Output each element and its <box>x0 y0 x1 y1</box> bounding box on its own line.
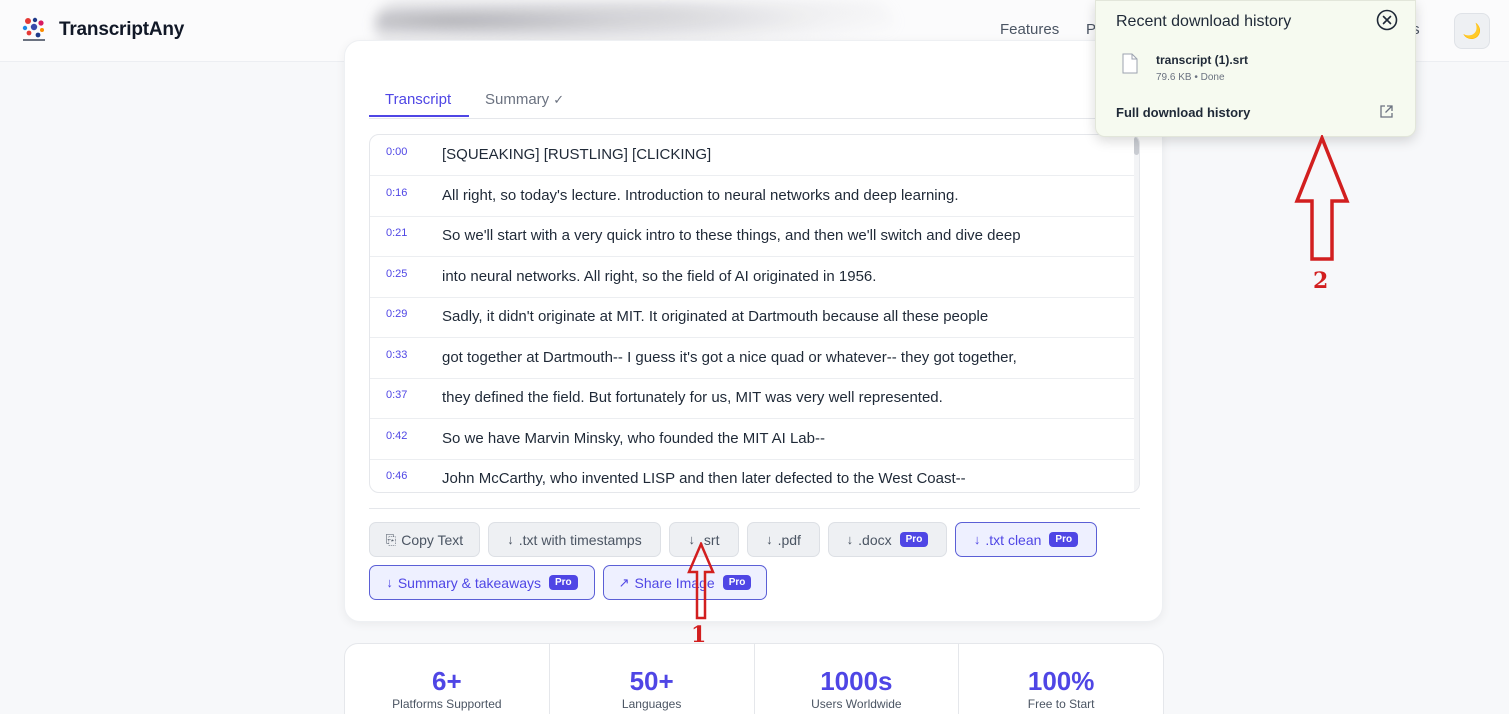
stat-label: Users Worldwide <box>811 697 902 711</box>
transcript-row[interactable]: 0:25 into neural networks. All right, so… <box>370 257 1136 298</box>
timestamp-link[interactable]: 0:21 <box>386 227 407 239</box>
download-arrow-icon: ↓ <box>386 575 393 590</box>
transcript-card: Transcript Summary ✓ 0:00 [SQUEAKING] [RU… <box>344 40 1163 622</box>
transcript-text: John McCarthy, who invented LISP and the… <box>442 470 966 487</box>
external-link-icon[interactable] <box>1379 104 1394 119</box>
transcript-row[interactable]: 0:29 Sadly, it didn't originate at MIT. … <box>370 297 1136 338</box>
stat-value: 50+ <box>629 666 674 696</box>
download-docx-label: .docx <box>858 531 892 548</box>
transcript-text: got together at Dartmouth-- I guess it's… <box>442 348 1017 366</box>
download-pdf-label: .pdf <box>777 531 801 548</box>
transcript-row[interactable]: 0:21 So we'll start with a very quick in… <box>370 216 1136 257</box>
annotation-arrow-1 <box>687 542 715 620</box>
tab-summary[interactable]: Summary ✓ <box>485 91 564 108</box>
download-txt-timestamps-button[interactable]: ↓ .txt with timestamps <box>488 522 661 557</box>
download-txt-timestamps-label: .txt with timestamps <box>518 531 642 548</box>
download-txt-clean-button[interactable]: ↓ .txt clean Pro <box>955 522 1097 557</box>
transcript-row[interactable]: 0:33 got together at Dartmouth-- I guess… <box>370 338 1136 379</box>
stat-platforms: 6+ Platforms Supported <box>345 644 550 714</box>
tab-bar: Transcript Summary ✓ <box>369 77 1140 119</box>
brand-name[interactable]: TranscriptAny <box>59 19 184 41</box>
transcript-text: So we'll start with a very quick intro t… <box>442 227 1021 244</box>
pro-badge: Pro <box>549 575 578 590</box>
download-txt-clean-label: .txt clean <box>985 531 1042 548</box>
pro-badge: Pro <box>722 575 752 590</box>
timestamp-link[interactable]: 0:25 <box>386 268 407 280</box>
timestamp-link[interactable]: 0:33 <box>386 349 407 361</box>
download-arrow-icon: ↓ <box>507 532 514 547</box>
share-image-button[interactable]: ↗ Share Image Pro <box>603 565 767 600</box>
timestamp-link[interactable]: 0:37 <box>386 389 407 401</box>
download-arrow-icon: ↓ <box>973 532 981 547</box>
stat-free: 100% Free to Start <box>959 644 1163 714</box>
full-download-history-link[interactable]: Full download history <box>1116 105 1250 120</box>
download-arrow-icon: ↓ <box>846 532 854 547</box>
stats-panel: 6+ Platforms Supported 50+ Languages 100… <box>344 643 1164 714</box>
copy-text-button[interactable]: ⎘ Copy Text <box>369 522 480 557</box>
timestamp-link[interactable]: 0:29 <box>386 308 407 320</box>
transcript-row[interactable]: 0:16 All right, so today's lecture. Intr… <box>370 176 1136 217</box>
transcript-text: [SQUEAKING] [RUSTLING] [CLICKING] <box>442 146 712 163</box>
pro-badge: Pro <box>1049 532 1079 547</box>
stat-label: Platforms Supported <box>392 697 502 711</box>
pro-badge: Pro <box>899 532 929 547</box>
section-divider <box>369 508 1140 509</box>
download-docx-button[interactable]: ↓ .docx Pro <box>828 522 947 557</box>
file-icon <box>1122 53 1138 74</box>
timestamp-link[interactable]: 0:16 <box>386 187 407 199</box>
check-icon: ✓ <box>553 92 565 107</box>
transcript-scrollbar[interactable] <box>1134 135 1139 492</box>
stat-label: Languages <box>621 697 682 711</box>
stat-value: 100% <box>1027 666 1095 696</box>
download-summary-takeaways-button[interactable]: ↓ Summary & takeaways Pro <box>369 565 595 600</box>
tab-summary-label: Summary <box>485 91 550 108</box>
transcript-text: into neural networks. All right, so the … <box>442 267 877 285</box>
timestamp-link[interactable]: 0:00 <box>386 146 407 158</box>
active-tab-indicator <box>369 115 469 117</box>
download-arrow-icon: ↓ <box>766 532 773 547</box>
copy-icon: ⎘ <box>385 531 397 547</box>
copy-text-label: Copy Text <box>401 531 464 548</box>
stat-label: Free to Start <box>1027 697 1095 711</box>
scrollbar-thumb[interactable] <box>1134 137 1139 155</box>
transcript-text: So we have Marvin Minsky, who founded th… <box>442 429 825 447</box>
transcript-row[interactable]: 0:37 they defined the field. But fortuna… <box>370 378 1136 419</box>
timestamp-link[interactable]: 0:42 <box>386 430 407 442</box>
transcript-list[interactable]: 0:00 [SQUEAKING] [RUSTLING] [CLICKING] 0… <box>369 134 1140 493</box>
download-file-name[interactable]: transcript (1).srt <box>1156 53 1248 67</box>
download-history-popup: Recent download history transcript (1).s… <box>1095 0 1416 137</box>
stat-value: 6+ <box>432 666 462 696</box>
download-pdf-button[interactable]: ↓ .pdf <box>747 522 820 557</box>
transcript-text: Sadly, it didn't originate at MIT. It or… <box>442 308 989 325</box>
timestamp-link[interactable]: 0:46 <box>386 470 407 482</box>
moon-icon: 🌙 <box>1462 23 1482 40</box>
tab-transcript[interactable]: Transcript <box>385 91 451 108</box>
tab-transcript-label: Transcript <box>385 91 452 108</box>
transcriptany-logo-icon[interactable] <box>20 16 48 44</box>
transcript-text: All right, so today's lecture. Introduct… <box>442 186 959 204</box>
stat-users: 1000s Users Worldwide <box>755 644 960 714</box>
popup-title: Recent download history <box>1116 13 1292 30</box>
download-file-meta: 79.6 KB • Done <box>1156 72 1225 83</box>
annotation-label-1: 1 <box>691 622 707 648</box>
annotation-label-2: 2 <box>1313 268 1329 294</box>
transcript-row[interactable]: 0:00 [SQUEAKING] [RUSTLING] [CLICKING] <box>370 135 1136 176</box>
close-icon[interactable] <box>1376 9 1398 31</box>
transcript-row[interactable]: 0:46 John McCarthy, who invented LISP an… <box>370 459 1136 492</box>
theme-toggle-button[interactable]: 🌙 <box>1454 13 1490 49</box>
share-arrow-icon: ↗ <box>618 574 630 590</box>
stat-value: 1000s <box>820 666 893 696</box>
transcript-text: they defined the field. But fortunately … <box>442 389 943 406</box>
annotation-arrow-2 <box>1294 135 1350 261</box>
nav-features-link[interactable]: Features <box>1000 21 1059 38</box>
summary-takeaways-label: Summary & takeaways <box>397 574 541 591</box>
stat-languages: 50+ Languages <box>550 644 755 714</box>
transcript-row[interactable]: 0:42 So we have Marvin Minsky, who found… <box>370 419 1136 460</box>
